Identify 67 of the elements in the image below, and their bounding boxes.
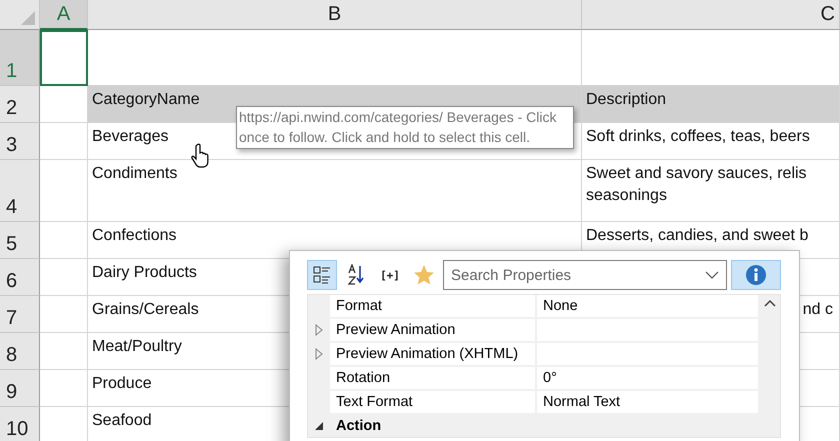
table-cell[interactable] bbox=[40, 160, 88, 222]
column-header[interactable]: B bbox=[88, 0, 582, 30]
expression-button[interactable]: [+] bbox=[375, 260, 405, 290]
expand-arrow-icon[interactable] bbox=[315, 348, 323, 360]
table-cell[interactable] bbox=[40, 296, 88, 333]
table-cell[interactable] bbox=[40, 222, 88, 259]
table-cell[interactable]: Condiments bbox=[88, 160, 582, 222]
property-value[interactable]: None bbox=[537, 295, 760, 319]
categorized-icon bbox=[313, 265, 331, 285]
cell-text: Soft drinks, coffees, teas, beers bbox=[586, 127, 810, 147]
selected-cell[interactable] bbox=[40, 30, 88, 86]
row-header[interactable]: 9 bbox=[0, 370, 40, 407]
table-cell[interactable] bbox=[40, 370, 88, 407]
info-button[interactable] bbox=[731, 260, 781, 290]
search-combobox[interactable]: Search Properties bbox=[443, 260, 727, 290]
hyperlink-tooltip: https://api.nwind.com/categories/ Beverages - Click once to follow. Click and hold to select this cell. bbox=[236, 106, 574, 149]
table-cell[interactable] bbox=[40, 123, 88, 160]
table-cell[interactable] bbox=[40, 259, 88, 296]
property-name[interactable]: Preview Animation (XHTML) bbox=[330, 343, 537, 367]
cell-text: Seafood bbox=[92, 411, 152, 431]
cell-text: Grains/Cereals bbox=[92, 300, 199, 320]
row-header[interactable]: 10 bbox=[0, 407, 40, 441]
chevron-down-icon[interactable] bbox=[705, 271, 719, 279]
expand-arrow-icon[interactable] bbox=[315, 324, 323, 336]
scroll-up-icon[interactable] bbox=[764, 299, 776, 307]
info-icon bbox=[745, 264, 767, 286]
table-cell[interactable] bbox=[40, 333, 88, 370]
cell-text: Confections bbox=[92, 226, 176, 246]
property-name[interactable]: Text Format bbox=[330, 391, 537, 415]
row-header[interactable]: 1 bbox=[0, 30, 40, 86]
table-cell[interactable] bbox=[88, 30, 582, 86]
cell-text: Dairy Products bbox=[92, 263, 197, 283]
category-header[interactable]: Action bbox=[330, 415, 760, 437]
row-header[interactable]: 4 bbox=[0, 160, 40, 222]
table-cell[interactable]: Sweet and savory sauces, relis seasonings bbox=[582, 160, 840, 222]
column-title: Description bbox=[586, 90, 666, 110]
cell-text: Condiments bbox=[92, 164, 178, 184]
property-name[interactable]: Format bbox=[330, 295, 537, 319]
table-cell[interactable] bbox=[40, 86, 88, 123]
cell-text: Sweet and savory sauces, relis seasonings bbox=[586, 164, 807, 206]
collapse-arrow-icon[interactable] bbox=[314, 421, 324, 431]
categorized-button[interactable] bbox=[307, 260, 337, 290]
property-name[interactable]: Preview Animation bbox=[330, 319, 537, 343]
row-header[interactable]: 5 bbox=[0, 222, 40, 259]
row-header[interactable]: 3 bbox=[0, 123, 40, 160]
row-header[interactable]: 6 bbox=[0, 259, 40, 296]
row-header[interactable]: 8 bbox=[0, 333, 40, 370]
table-cell[interactable]: Soft drinks, coffees, teas, beers bbox=[582, 123, 840, 160]
table-cell[interactable] bbox=[582, 30, 840, 86]
sort-az-icon bbox=[347, 264, 365, 286]
corner-triangle-icon bbox=[21, 11, 35, 25]
select-all-corner[interactable] bbox=[0, 0, 40, 30]
cell-text: Beverages bbox=[92, 127, 168, 147]
row-header[interactable]: 2 bbox=[0, 86, 40, 123]
row-header[interactable]: 7 bbox=[0, 296, 40, 333]
property-value[interactable]: Normal Text bbox=[537, 391, 760, 415]
star-icon bbox=[413, 264, 435, 286]
property-name[interactable]: Rotation bbox=[330, 367, 537, 391]
column-header[interactable]: C bbox=[582, 0, 840, 30]
header-cell[interactable]: Description bbox=[582, 86, 840, 123]
property-value[interactable]: 0° bbox=[537, 367, 760, 391]
cell-text: nd c bbox=[802, 300, 833, 320]
cell-text: Desserts, candies, and sweet b bbox=[586, 226, 808, 246]
cell-text: Meat/Poultry bbox=[92, 337, 182, 357]
column-header[interactable]: A bbox=[40, 0, 88, 30]
cell-text: Produce bbox=[92, 374, 152, 394]
column-title: CategoryName bbox=[92, 90, 200, 110]
